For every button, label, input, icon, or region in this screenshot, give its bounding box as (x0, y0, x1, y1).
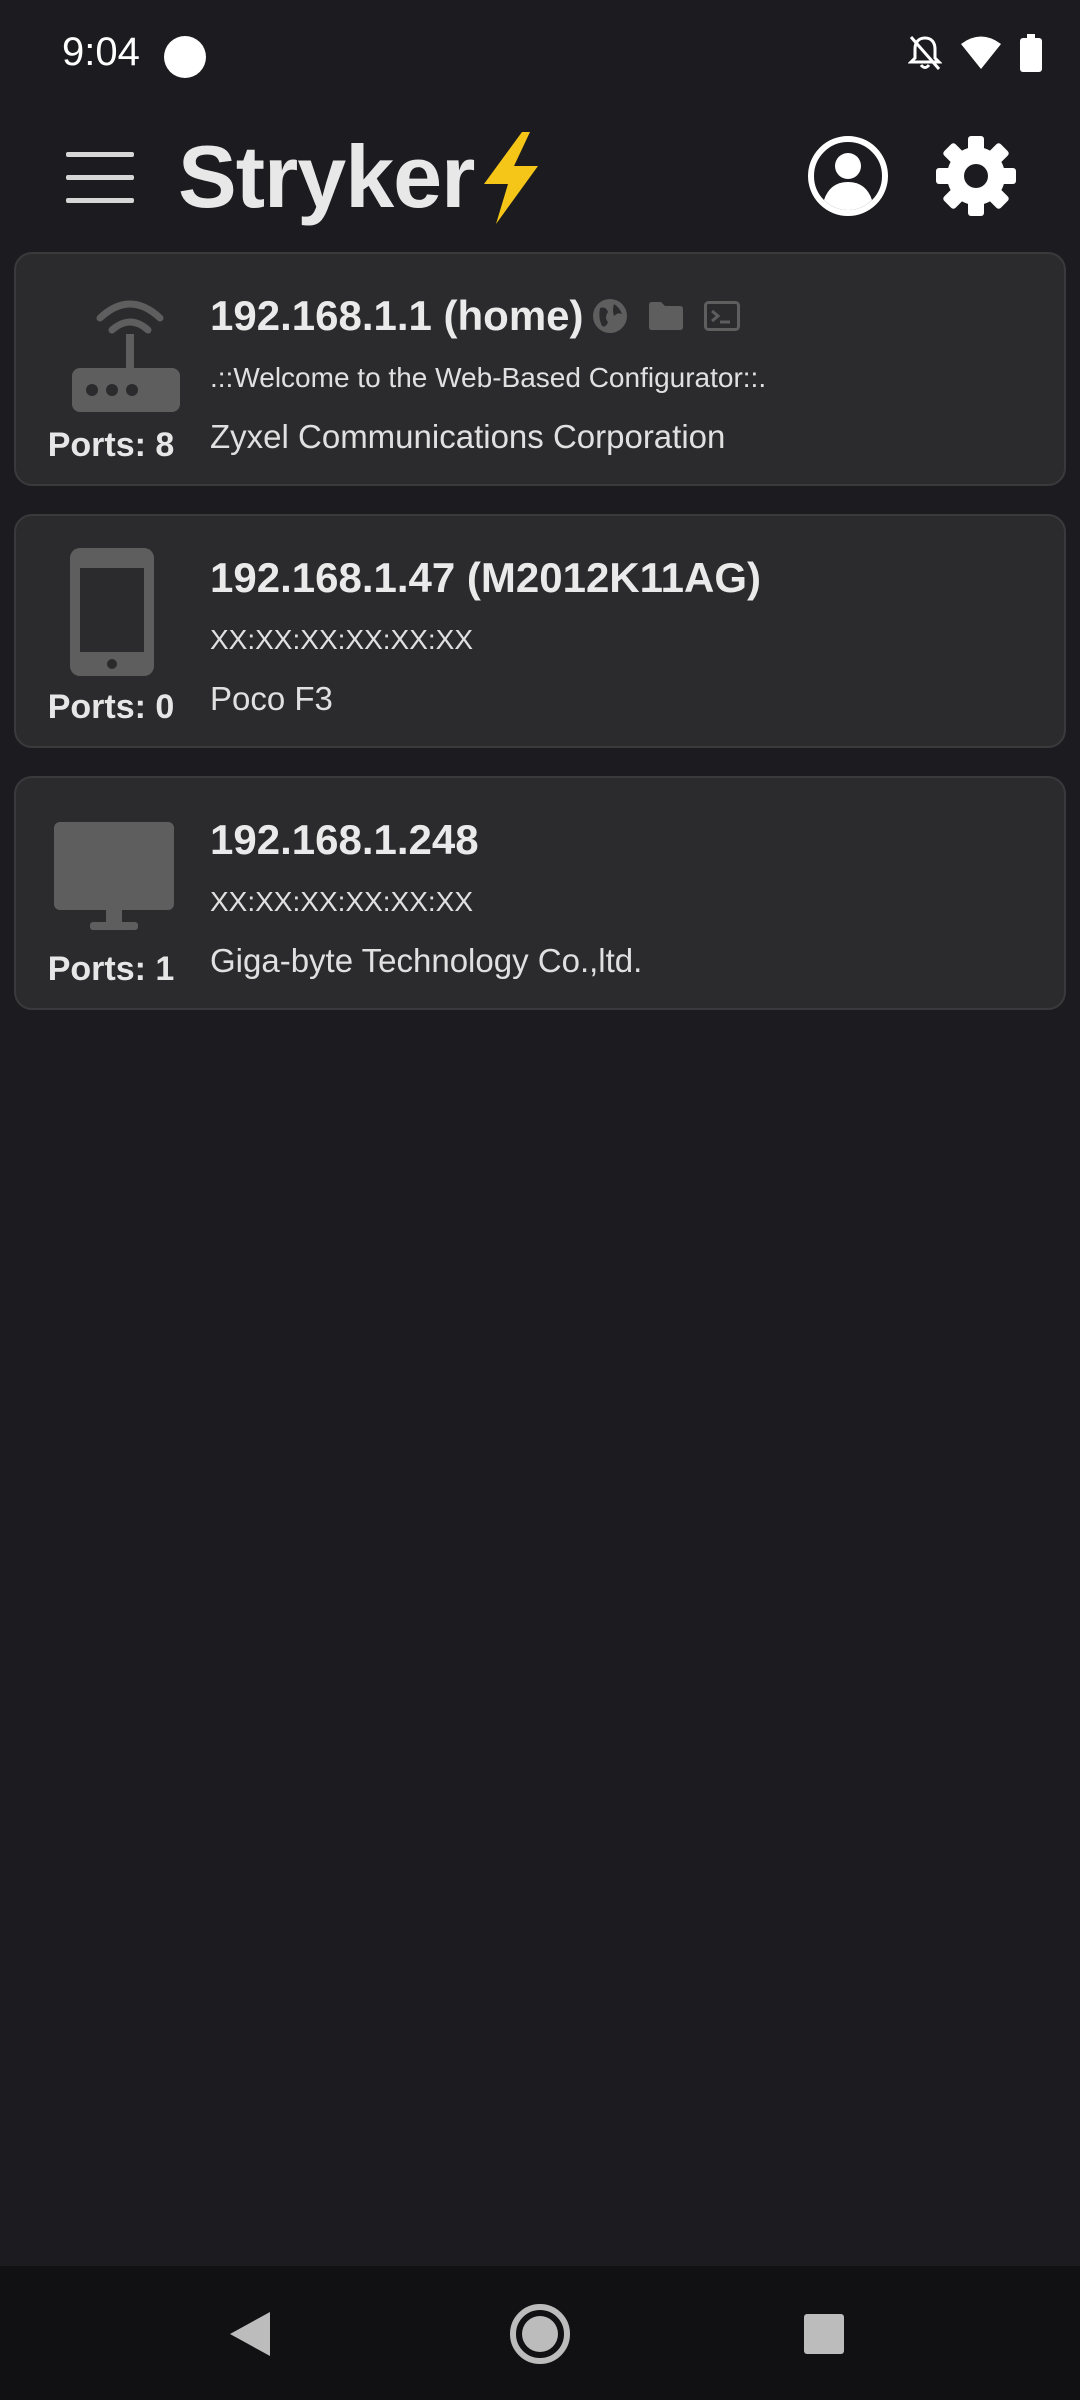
back-triangle-icon (230, 2312, 270, 2356)
device-vendor: Poco F3 (210, 680, 333, 717)
notifications-off-icon (908, 34, 942, 72)
status-icons (908, 34, 1042, 72)
device-card[interactable]: Ports: 0 192.168.1.47 (M2012K11AG) XX:XX… (14, 514, 1066, 748)
home-circle-icon (510, 2304, 570, 2364)
app-title: Stryker (178, 127, 475, 226)
ports-count: Ports: 0 (47, 688, 175, 726)
menu-icon-line (66, 175, 134, 180)
menu-button[interactable] (62, 150, 140, 206)
router-icon (54, 284, 186, 416)
device-card[interactable]: Ports: 8 192.168.1.1 (home) .::Welcome t… (14, 252, 1066, 486)
menu-icon-line (66, 198, 134, 203)
lightning-bolt-icon (470, 130, 550, 231)
menu-icon-line (66, 152, 134, 157)
desktop-monitor-icon (54, 808, 186, 940)
settings-gear-icon (936, 136, 1016, 216)
device-list: Ports: 8 192.168.1.1 (home) .::Welcome t… (14, 252, 1066, 1038)
web-globe-icon[interactable] (592, 298, 628, 339)
status-time: 9:04 (62, 30, 140, 74)
terminal-icon[interactable] (704, 301, 740, 336)
ports-count: Ports: 1 (47, 950, 175, 988)
recent-apps-button[interactable] (804, 2314, 844, 2354)
device-title: 192.168.1.47 (M2012K11AG) (210, 554, 762, 601)
account-button[interactable] (806, 134, 890, 218)
device-vendor: Giga-byte Technology Co.,ltd. (210, 942, 643, 979)
app-bar: Stryker (0, 112, 1080, 242)
status-dot-icon (164, 36, 206, 78)
battery-icon (1020, 34, 1042, 72)
settings-button[interactable] (934, 134, 1018, 218)
service-icons (592, 298, 740, 339)
wifi-icon (960, 35, 1002, 71)
ports-count: Ports: 8 (47, 426, 175, 464)
back-button[interactable] (228, 2310, 272, 2363)
account-circle-icon (808, 136, 888, 216)
home-button[interactable] (508, 2302, 572, 2371)
device-subtitle: .::Welcome to the Web-Based Configurator… (210, 362, 767, 393)
system-nav-bar (0, 2266, 1080, 2400)
folder-icon[interactable] (648, 301, 684, 336)
device-mac-address: XX:XX:XX:XX:XX:XX (210, 624, 474, 655)
status-bar: 9:04 (0, 0, 1080, 112)
phone-icon (54, 546, 186, 678)
device-title: 192.168.1.1 (home) (210, 292, 584, 339)
device-title: 192.168.1.248 (210, 816, 479, 863)
device-mac-address: XX:XX:XX:XX:XX:XX (210, 886, 474, 917)
device-vendor: Zyxel Communications Corporation (210, 418, 726, 455)
device-card[interactable]: Ports: 1 192.168.1.248 XX:XX:XX:XX:XX:XX… (14, 776, 1066, 1010)
